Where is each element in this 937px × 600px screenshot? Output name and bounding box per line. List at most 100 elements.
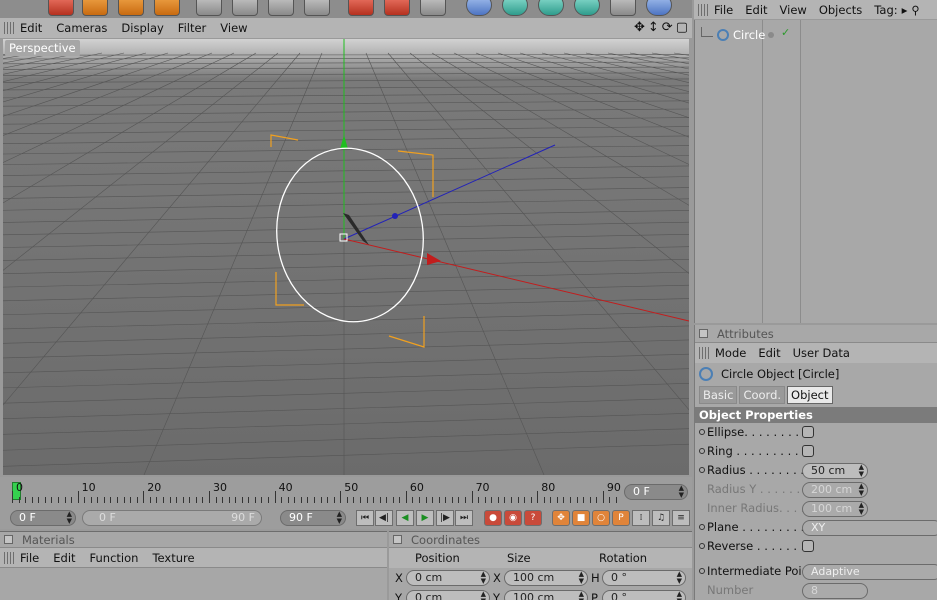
om-menu-file[interactable]: File — [714, 3, 733, 17]
cube-icon[interactable] — [466, 0, 492, 16]
maximize-icon[interactable]: ▢ — [676, 20, 688, 35]
y-axis-lock-icon[interactable] — [232, 0, 258, 16]
grid-line — [453, 52, 689, 165]
render-settings-icon[interactable] — [420, 0, 446, 16]
plane-dropdown[interactable]: XY — [802, 520, 937, 536]
attr-menu-edit[interactable]: Edit — [758, 346, 780, 360]
z-axis-lock-icon[interactable] — [268, 0, 294, 16]
menu-filter[interactable]: Filter — [178, 21, 206, 35]
zoom-icon[interactable]: ↕ — [648, 20, 659, 35]
menu-cameras[interactable]: Cameras — [56, 21, 107, 35]
record-position-icon[interactable]: ✥ — [552, 510, 570, 526]
timeline-ruler[interactable]: 0 10 20 30 40 50 60 70 80 90 — [12, 479, 621, 505]
view-name-label[interactable]: Perspective — [5, 40, 80, 56]
keyframe-selection-icon[interactable]: ? — [524, 510, 542, 526]
rotation-p-field[interactable]: 0 °▲▼ — [602, 590, 686, 600]
grip-icon[interactable] — [4, 551, 14, 564]
go-to-start-icon[interactable]: ⏮ — [356, 510, 374, 526]
next-key-icon[interactable]: |▶ — [436, 510, 454, 526]
go-to-end-icon[interactable]: ⏭ — [455, 510, 473, 526]
current-frame-field[interactable]: 0 F ▲ ▼ — [10, 510, 76, 526]
animation-bullet[interactable] — [699, 429, 705, 435]
record-rotation-icon[interactable]: ○ — [592, 510, 610, 526]
array-icon[interactable] — [574, 0, 600, 16]
animation-bullet[interactable] — [699, 568, 705, 574]
play-backwards-icon[interactable]: ◀ — [396, 510, 414, 526]
attr-menu-user-data[interactable]: User Data — [793, 346, 850, 360]
rotation-h-field[interactable]: 0 ° ▲ ▼ — [602, 570, 686, 586]
coordinate-system-icon[interactable] — [304, 0, 330, 16]
timeline-end-frame[interactable]: 0 F ▲ ▼ — [624, 484, 688, 500]
ring-checkbox[interactable] — [802, 445, 814, 457]
grip-icon[interactable] — [698, 3, 708, 16]
panel-toggle-icon[interactable] — [4, 535, 13, 544]
materials-menu-texture[interactable]: Texture — [152, 551, 194, 565]
record-scale-icon[interactable]: ■ — [572, 510, 590, 526]
subdivision-icon[interactable] — [538, 0, 564, 16]
radius-field[interactable]: 50 cm ▲ ▼ — [802, 463, 868, 479]
timeline-icon[interactable]: ≡ — [672, 510, 690, 526]
attr-menu-mode[interactable]: Mode — [715, 346, 746, 360]
scheme-icon[interactable]: ♫ — [652, 510, 670, 526]
ellipse-checkbox[interactable] — [802, 426, 814, 438]
prop-radius: Radius . . . . . . . . . 50 cm ▲ ▼ — [695, 461, 937, 480]
om-menu-edit[interactable]: Edit — [745, 3, 767, 17]
animation-bullet[interactable] — [699, 467, 705, 473]
coordinates-header: Position Size Rotation — [389, 548, 692, 568]
previous-key-icon[interactable]: ◀| — [375, 510, 393, 526]
tab-object[interactable]: Object — [787, 386, 833, 404]
preview-range-slider[interactable]: 0 F 90 F — [82, 510, 262, 526]
editor-visibility-dot[interactable] — [768, 32, 774, 38]
viewport-perspective[interactable]: Perspective — [3, 39, 689, 475]
rotate-icon[interactable]: ⟳ — [662, 20, 673, 35]
render-picture-viewer-icon[interactable] — [384, 0, 410, 16]
undo-icon[interactable] — [48, 0, 74, 16]
materials-menu-function[interactable]: Function — [90, 551, 139, 565]
om-menu-tags[interactable]: Tag: — [874, 3, 897, 17]
materials-menu-file[interactable]: File — [20, 551, 39, 565]
grid-line — [3, 135, 689, 145]
grid-line — [3, 52, 15, 56]
record-point-level-icon[interactable]: ⁞ — [632, 510, 650, 526]
position-x-field[interactable]: 0 cm ▲ ▼ — [406, 570, 490, 586]
deformer-icon[interactable] — [610, 0, 636, 16]
size-x-field[interactable]: 100 cm ▲ ▼ — [504, 570, 588, 586]
position-y-field[interactable]: 0 cm▲▼ — [406, 590, 490, 600]
record-icon[interactable]: ● — [484, 510, 502, 526]
max-frame-field[interactable]: 90 F ▲ ▼ — [280, 510, 346, 526]
render-view-icon[interactable] — [348, 0, 374, 16]
autokey-icon[interactable]: ◉ — [504, 510, 522, 526]
menu-display[interactable]: Display — [121, 21, 163, 35]
menu-edit[interactable]: Edit — [20, 21, 42, 35]
floor-icon[interactable] — [646, 0, 672, 16]
menu-more-icon[interactable]: ▸ — [902, 3, 908, 17]
animation-bullet[interactable] — [699, 543, 705, 549]
move-icon[interactable]: ✥ — [634, 20, 645, 35]
tab-coord[interactable]: Coord. — [739, 386, 786, 404]
scale-tool-icon[interactable] — [118, 0, 144, 16]
pen-icon[interactable] — [502, 0, 528, 16]
panel-toggle-icon[interactable] — [393, 535, 402, 544]
play-forwards-icon[interactable]: ▶ — [416, 510, 434, 526]
search-icon[interactable]: ⚲ — [911, 3, 919, 17]
intermediate-points-dropdown[interactable]: Adaptive — [802, 564, 937, 580]
record-parameter-icon[interactable]: P — [612, 510, 630, 526]
tab-basic[interactable]: Basic — [699, 386, 738, 404]
menu-view[interactable]: View — [220, 21, 247, 35]
x-axis-lock-icon[interactable] — [196, 0, 222, 16]
om-menu-view[interactable]: View — [780, 3, 807, 17]
om-menu-objects[interactable]: Objects — [819, 3, 862, 17]
rotate-tool-icon[interactable] — [154, 0, 180, 16]
grip-icon[interactable] — [4, 22, 14, 34]
panel-toggle-icon[interactable] — [699, 329, 708, 338]
enabled-check-icon[interactable]: ✓ — [781, 26, 790, 39]
animation-bullet[interactable] — [699, 448, 705, 454]
timeline-tick — [438, 497, 440, 503]
reverse-checkbox[interactable] — [802, 540, 814, 552]
materials-menu-edit[interactable]: Edit — [53, 551, 75, 565]
grip-icon[interactable] — [699, 347, 709, 359]
animation-bullet[interactable] — [699, 524, 705, 530]
object-row-circle[interactable]: Circle — [701, 26, 765, 44]
move-tool-icon[interactable] — [82, 0, 108, 16]
size-y-field[interactable]: 100 cm▲▼ — [504, 590, 588, 600]
